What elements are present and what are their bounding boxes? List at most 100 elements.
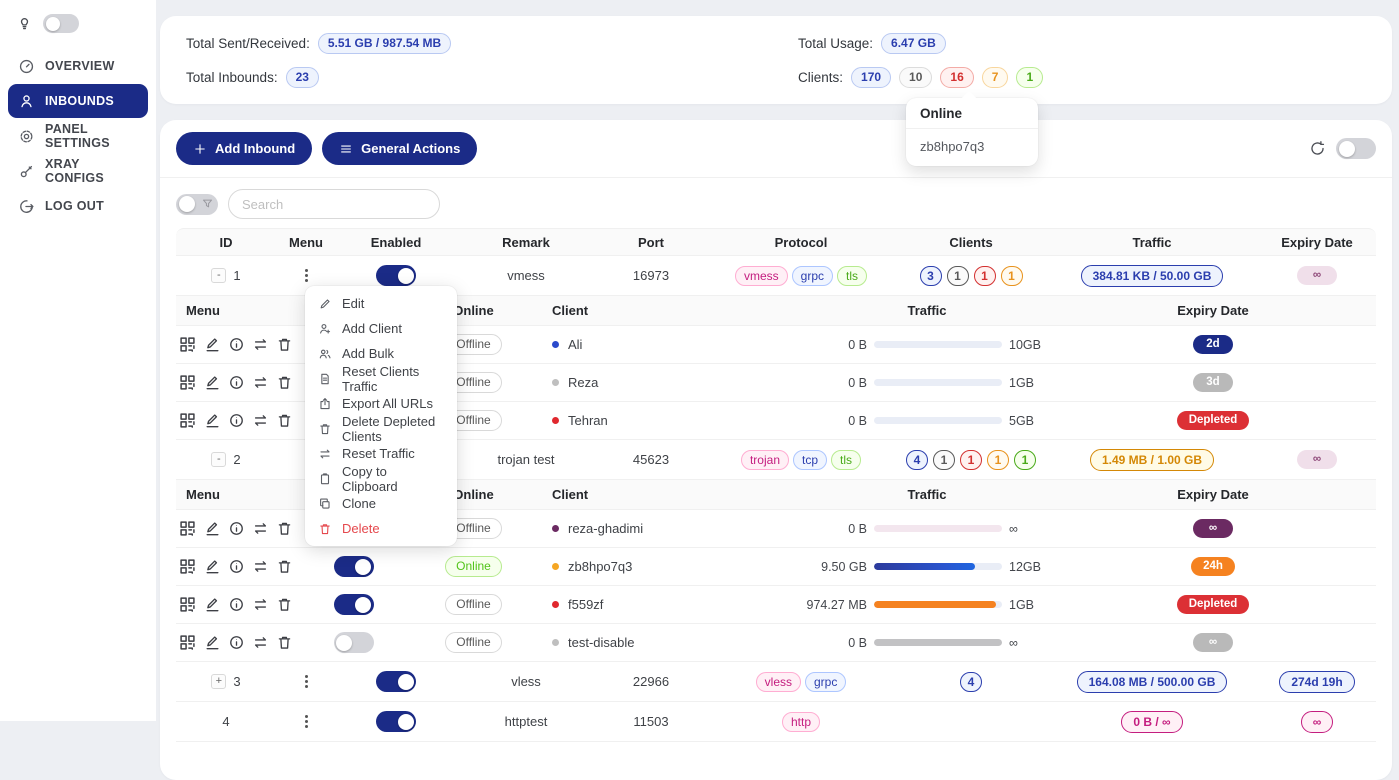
collapse-button[interactable]: -	[211, 452, 226, 467]
clients-count-online[interactable]: 1	[1016, 67, 1043, 88]
auto-refresh-toggle[interactable]	[1336, 138, 1376, 159]
reset-traffic-icon[interactable]	[252, 520, 269, 537]
funnel-icon	[201, 197, 214, 210]
protocol-tag: tls	[837, 266, 867, 286]
row-menu-button[interactable]	[305, 720, 308, 723]
delete-icon[interactable]	[276, 558, 293, 575]
expand-button[interactable]: +	[211, 674, 226, 689]
general-actions-button[interactable]: General Actions	[322, 132, 477, 165]
sidebar-item-overview[interactable]: OVERVIEW	[8, 49, 148, 83]
info-icon[interactable]	[228, 596, 245, 613]
expiry-badge: ∞	[1193, 633, 1233, 652]
reset-traffic-icon[interactable]	[252, 634, 269, 651]
sidebar-item-inbounds[interactable]: INBOUNDS	[8, 84, 148, 118]
reset-traffic-icon[interactable]	[252, 412, 269, 429]
client-enabled-toggle[interactable]	[334, 632, 374, 653]
theme-toggle[interactable]	[43, 14, 79, 33]
info-icon[interactable]	[228, 374, 245, 391]
reset-traffic-icon[interactable]	[252, 558, 269, 575]
edit-icon[interactable]	[204, 412, 221, 429]
info-icon[interactable]	[228, 558, 245, 575]
qrcode-icon[interactable]	[178, 519, 197, 538]
enabled-toggle[interactable]	[376, 671, 416, 692]
add-inbound-button[interactable]: Add Inbound	[176, 132, 312, 165]
menu-item-delete-depleted-clients[interactable]: Delete Depleted Clients	[305, 416, 457, 441]
menu-item-copy-to-clipboard[interactable]: Copy to Clipboard	[305, 466, 457, 491]
qrcode-icon[interactable]	[178, 633, 197, 652]
col-id: ID	[176, 229, 276, 255]
edit-icon[interactable]	[204, 374, 221, 391]
traffic-limit: ∞	[1009, 522, 1051, 536]
reset-traffic-icon[interactable]	[252, 336, 269, 353]
client-name: reza-ghadimi	[568, 521, 643, 536]
qrcode-icon[interactable]	[178, 411, 197, 430]
qrcode-icon[interactable]	[178, 595, 197, 614]
qrcode-icon[interactable]	[178, 557, 197, 576]
sidebar-item-label: INBOUNDS	[45, 94, 114, 108]
total-inbounds-label: Total Inbounds:	[186, 70, 278, 85]
client-count: 1	[947, 266, 969, 286]
menu-item-edit[interactable]: Edit	[305, 291, 457, 316]
traffic-badge: 164.08 MB / 500.00 GB	[1077, 671, 1228, 693]
edit-icon[interactable]	[204, 634, 221, 651]
edit-icon[interactable]	[204, 520, 221, 537]
edit-icon[interactable]	[204, 596, 221, 613]
clients-count-expiring[interactable]: 7	[982, 67, 1009, 88]
col-menu: Menu	[176, 296, 291, 325]
client-enabled-toggle[interactable]	[334, 556, 374, 577]
edit-icon[interactable]	[204, 336, 221, 353]
clients-count-deactive[interactable]: 10	[899, 67, 932, 88]
info-icon[interactable]	[228, 336, 245, 353]
search-input[interactable]	[228, 189, 440, 219]
traffic-used: 0 B	[803, 636, 867, 650]
stats-card: Total Sent/Received: 5.51 GB / 987.54 MB…	[160, 16, 1392, 104]
delete-icon[interactable]	[276, 520, 293, 537]
menu-item-clone[interactable]: Clone	[305, 491, 457, 516]
collapse-button[interactable]: -	[211, 268, 226, 283]
sidebar-item-logout[interactable]: LOG OUT	[8, 189, 148, 223]
reset-traffic-icon[interactable]	[252, 596, 269, 613]
export-icon	[318, 397, 332, 411]
delete-icon[interactable]	[276, 634, 293, 651]
delete-icon[interactable]	[276, 596, 293, 613]
inbound-port: 22966	[596, 662, 706, 701]
enabled-toggle[interactable]	[376, 265, 416, 286]
protocol-tag: http	[782, 712, 820, 732]
col-enabled: Enabled	[336, 229, 456, 255]
person-add-icon	[318, 322, 332, 336]
online-status-badge: Online	[445, 556, 502, 577]
traffic-progress-bar	[874, 379, 1002, 386]
client-count: 1	[974, 266, 996, 286]
clients-count-depleted[interactable]: 16	[940, 67, 973, 88]
menu-item-delete[interactable]: Delete	[305, 516, 457, 541]
client-count: 1	[1014, 450, 1036, 470]
delete-icon[interactable]	[276, 412, 293, 429]
refresh-icon[interactable]	[1309, 140, 1326, 157]
menu-item-export-all-urls[interactable]: Export All URLs	[305, 391, 457, 416]
enabled-toggle[interactable]	[376, 711, 416, 732]
client-count-tags: 3 1 1 1	[896, 256, 1046, 295]
menu-item-add-client[interactable]: Add Client	[305, 316, 457, 341]
row-menu-button[interactable]	[305, 680, 308, 683]
delete-icon[interactable]	[276, 336, 293, 353]
sidebar-item-panel-settings[interactable]: PANEL SETTINGS	[8, 119, 148, 153]
menu-item-reset-traffic[interactable]: Reset Traffic	[305, 441, 457, 466]
sidebar-item-xray-configs[interactable]: XRAY CONFIGS	[8, 154, 148, 188]
info-icon[interactable]	[228, 520, 245, 537]
menu-item-reset-clients-traffic[interactable]: Reset Clients Traffic	[305, 366, 457, 391]
col-remark: Remark	[456, 229, 596, 255]
info-icon[interactable]	[228, 634, 245, 651]
client-enabled-toggle[interactable]	[334, 594, 374, 615]
clients-count-total[interactable]: 170	[851, 67, 891, 88]
edit-icon[interactable]	[204, 558, 221, 575]
menu-item-add-bulk[interactable]: Add Bulk	[305, 341, 457, 366]
filter-toggle[interactable]	[176, 194, 218, 215]
qrcode-icon[interactable]	[178, 335, 197, 354]
info-icon[interactable]	[228, 412, 245, 429]
clipboard-icon	[318, 472, 332, 486]
col-client: Client	[531, 296, 736, 325]
delete-icon[interactable]	[276, 374, 293, 391]
row-menu-button[interactable]	[305, 274, 308, 277]
qrcode-icon[interactable]	[178, 373, 197, 392]
reset-traffic-icon[interactable]	[252, 374, 269, 391]
